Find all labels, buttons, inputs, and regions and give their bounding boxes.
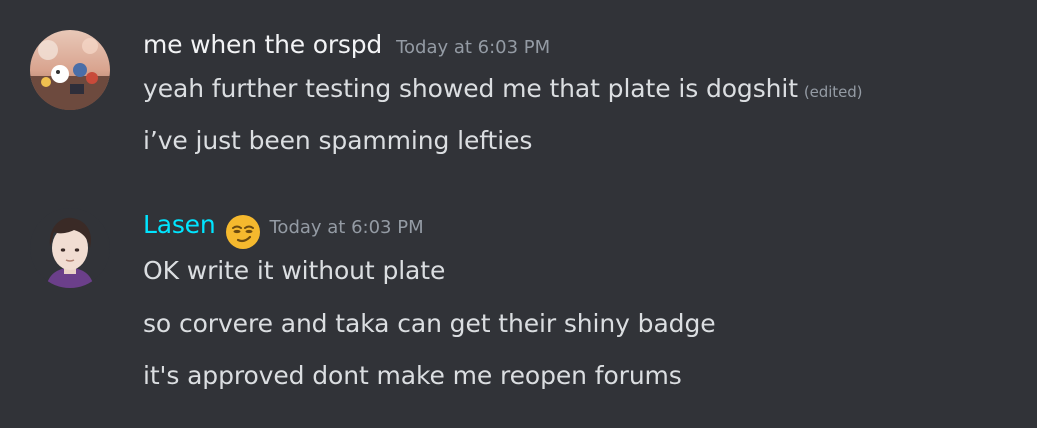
avatar[interactable] [30, 30, 110, 110]
message-content: i’ve just been spamming lefties [143, 126, 532, 155]
timestamp[interactable]: Today at 6:03 PM [396, 37, 550, 58]
message-list: me when the orspd Today at 6:03 PM yeah … [0, 0, 1037, 428]
username[interactable]: me when the orspd [143, 30, 382, 59]
smirking-face-icon[interactable] [224, 213, 262, 251]
message-content: so corvere and taka can get their shiny … [143, 309, 716, 338]
message-text: it's approved dont make me reopen forums [143, 361, 682, 390]
message-content: yeah further testing showed me that plat… [143, 74, 862, 103]
edited-label: (edited) [803, 83, 863, 101]
message-text: i’ve just been spamming lefties [143, 126, 533, 155]
message-text: OK write it without plate [143, 256, 446, 285]
timestamp[interactable]: Today at 6:03 PM [270, 217, 424, 238]
message-header: me when the orspd Today at 6:03 PM [143, 30, 550, 59]
message-header: Lasen Today at 6:03 PM [143, 210, 424, 251]
message-content: it's approved dont make me reopen forums [143, 361, 682, 390]
message-text: yeah further testing showed me that plat… [143, 74, 798, 103]
message-content: OK write it without plate [143, 256, 445, 285]
avatar[interactable] [30, 208, 110, 288]
username[interactable]: Lasen [143, 210, 216, 239]
message-text: so corvere and taka can get their shiny … [143, 309, 716, 338]
